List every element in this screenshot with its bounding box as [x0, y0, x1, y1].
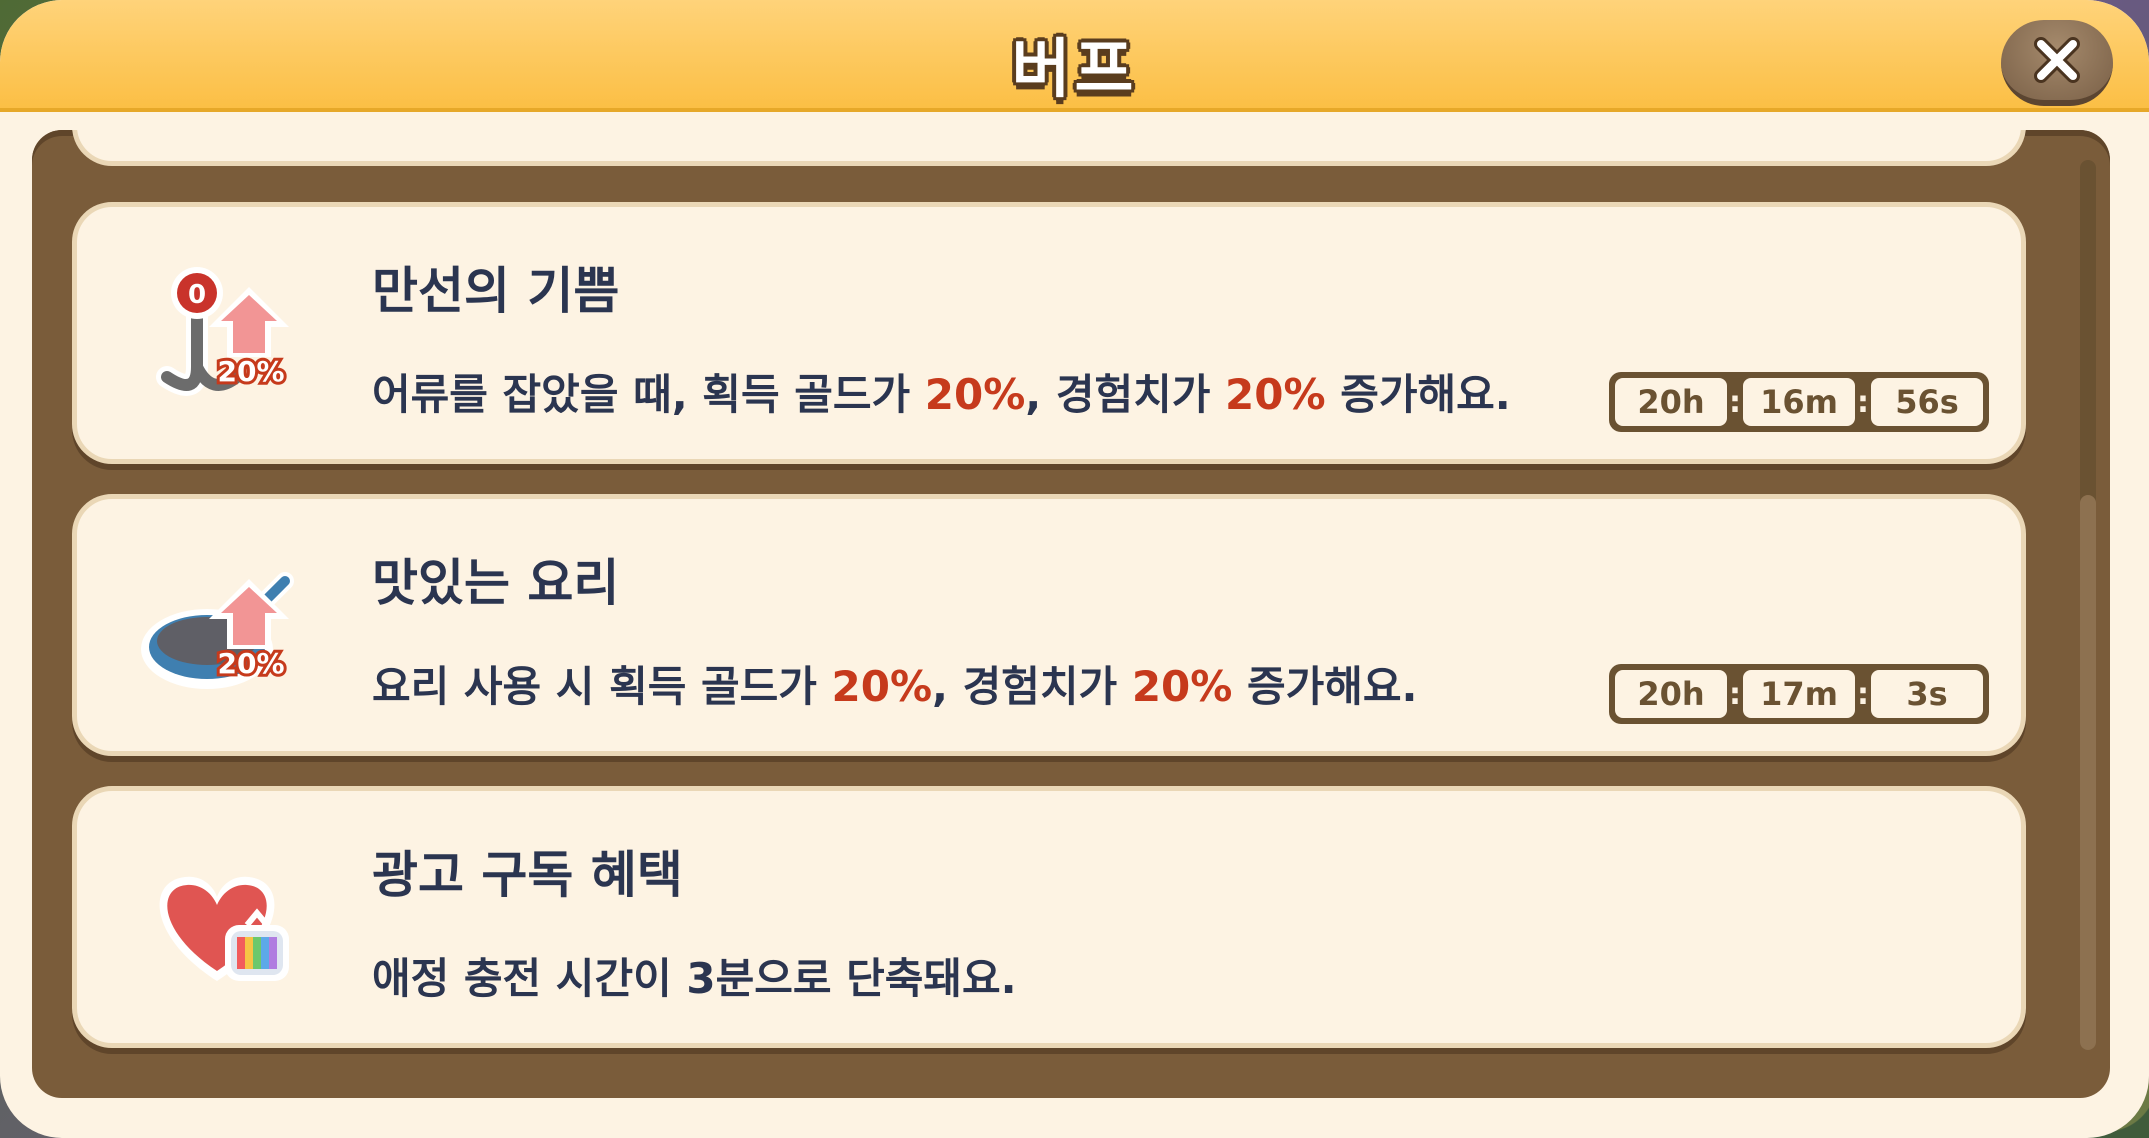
close-x-icon — [2034, 37, 2080, 83]
svg-text:20%: 20% — [217, 355, 284, 388]
buff-timer: 20h : 17m : 3s — [1609, 664, 1989, 724]
buff-list[interactable]: 0 20% 만선의 기쁨 어류를 잡았을 때, 획득 골드가 20%, 경험치가… — [72, 130, 2032, 1098]
frying-pan-boost-icon: 20% — [137, 549, 297, 709]
svg-text:20%: 20% — [217, 647, 284, 680]
buff-list-frame: 0 20% 만선의 기쁨 어류를 잡았을 때, 획득 골드가 20%, 경험치가… — [32, 130, 2110, 1098]
buff-description: 어류를 잡았을 때, 획득 골드가 20%, 경험치가 20% 증가해요. — [372, 370, 1511, 419]
timer-hours: 20h — [1615, 670, 1727, 718]
timer-colon: : — [1857, 676, 1869, 712]
buff-description: 요리 사용 시 획득 골드가 20%, 경험치가 20% 증가해요. — [372, 662, 1418, 711]
list-item-partial — [72, 130, 2026, 166]
panel-header: 버프 — [0, 0, 2149, 112]
scrollbar-thumb[interactable] — [2080, 495, 2096, 1050]
buff-timer: 20h : 16m : 56s — [1609, 372, 1989, 432]
timer-seconds: 3s — [1871, 670, 1983, 718]
timer-minutes: 17m — [1743, 670, 1855, 718]
buff-card-ad-subscription: 광고 구독 혜택 애정 충전 시간이 3분으로 단축돼요. — [72, 786, 2026, 1048]
timer-colon: : — [1729, 384, 1741, 420]
buff-description: 애정 충전 시간이 3분으로 단축돼요. — [372, 954, 1017, 1003]
buff-name: 광고 구독 혜택 — [372, 846, 683, 904]
svg-text:0: 0 — [188, 280, 206, 310]
buff-panel: 버프 0 20% 만선의 기쁨 어류를 잡았을 때, 획득 골드가 20%, 경… — [0, 0, 2149, 1138]
buff-name: 맛있는 요리 — [372, 554, 620, 612]
timer-colon: : — [1729, 676, 1741, 712]
buff-card-catch: 0 20% 만선의 기쁨 어류를 잡았을 때, 획득 골드가 20%, 경험치가… — [72, 202, 2026, 464]
panel-title: 버프 — [1011, 33, 1138, 107]
buff-card-cooking: 20% 맛있는 요리 요리 사용 시 획득 골드가 20%, 경험치가 20% … — [72, 494, 2026, 756]
timer-colon: : — [1857, 384, 1869, 420]
timer-minutes: 16m — [1743, 378, 1855, 426]
scrollbar[interactable] — [2080, 160, 2096, 1050]
close-button[interactable] — [2001, 20, 2113, 106]
heart-tv-icon — [137, 841, 297, 1001]
timer-seconds: 56s — [1871, 378, 1983, 426]
hook-boost-icon: 0 20% — [137, 257, 297, 417]
buff-name: 만선의 기쁨 — [372, 262, 620, 320]
timer-hours: 20h — [1615, 378, 1727, 426]
